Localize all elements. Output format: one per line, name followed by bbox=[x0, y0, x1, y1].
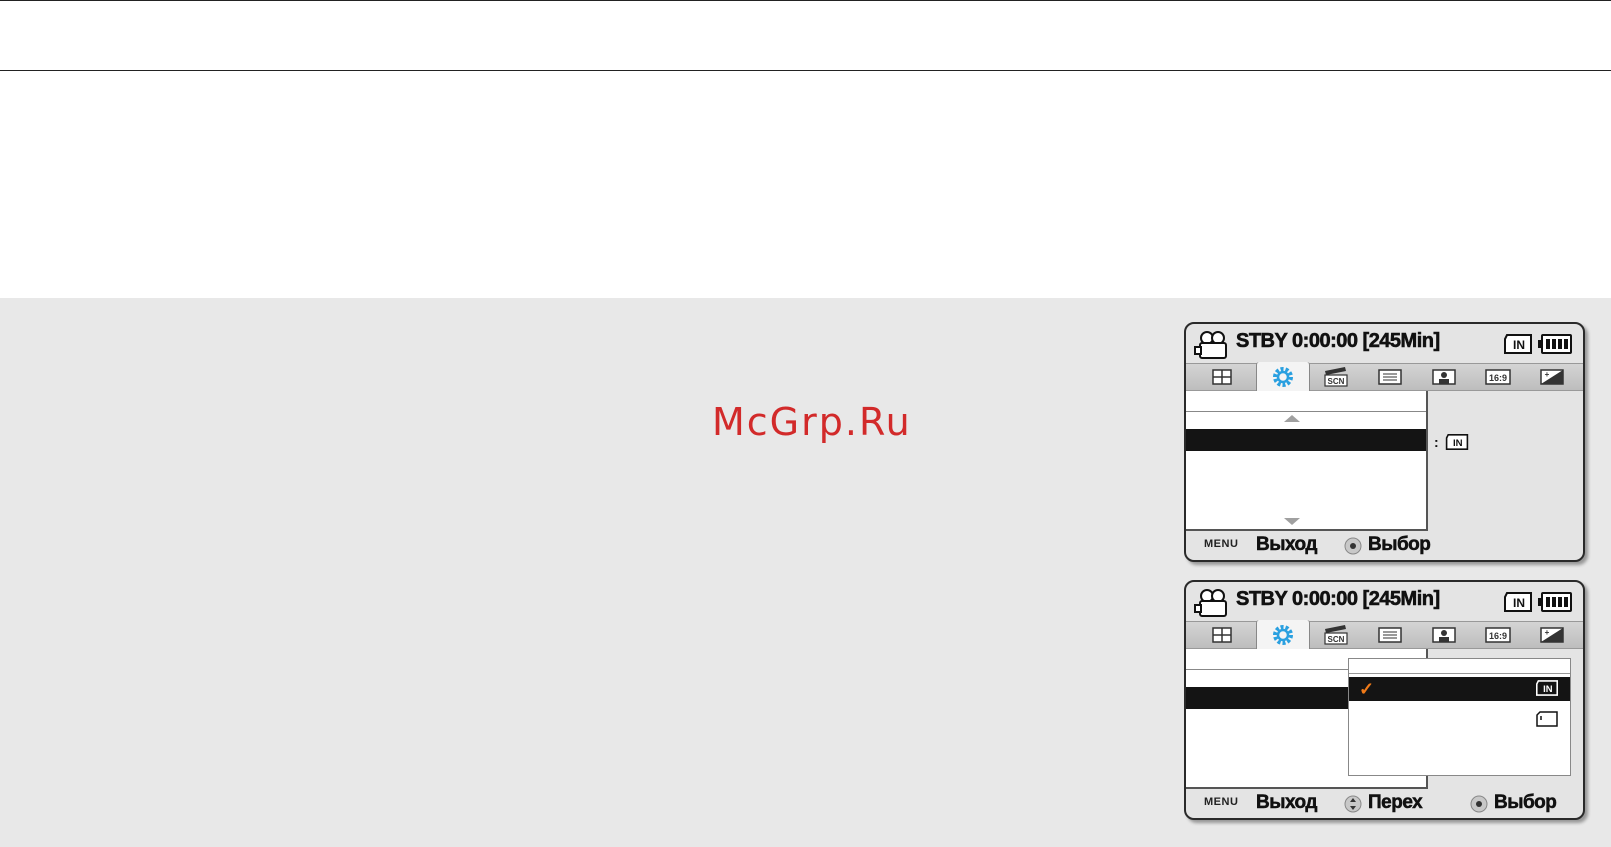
video-camera-icon bbox=[1194, 331, 1227, 359]
footer-bar: MENU Выход Выбор bbox=[1186, 532, 1583, 560]
aspect-icon: 16:9 bbox=[1485, 627, 1511, 643]
svg-text:IN: IN bbox=[1513, 596, 1525, 610]
tab-aspect[interactable]: 16:9 bbox=[1472, 622, 1524, 648]
status-bar: STBY 0:00:00 [245Min] IN bbox=[1186, 582, 1583, 622]
scene-icon: SCN bbox=[1324, 625, 1348, 645]
tab-exposure[interactable]: + bbox=[1526, 364, 1578, 390]
header-bottom-rule bbox=[0, 70, 1611, 71]
menu-item-selected[interactable] bbox=[1186, 429, 1426, 451]
camcorder-screen-submenu: STBY 0:00:00 [245Min] IN SCN 16:9 + ✓ IN… bbox=[1184, 580, 1585, 820]
internal-memory-icon: IN bbox=[1536, 680, 1558, 696]
tab-grid[interactable] bbox=[1196, 364, 1248, 390]
option-in-label: IN bbox=[1543, 683, 1553, 694]
option-internal-memory[interactable]: ✓ IN bbox=[1349, 677, 1570, 701]
svg-text:16:9: 16:9 bbox=[1489, 631, 1507, 641]
tab-portrait[interactable] bbox=[1418, 622, 1470, 648]
svg-text:IN: IN bbox=[1513, 338, 1525, 352]
tab-quality[interactable] bbox=[1364, 622, 1416, 648]
memory-card-icon[interactable] bbox=[1536, 711, 1558, 727]
portrait-icon bbox=[1432, 627, 1456, 643]
internal-memory-icon: IN bbox=[1504, 592, 1532, 612]
svg-text:SCN: SCN bbox=[1328, 377, 1345, 386]
tab-settings[interactable] bbox=[1256, 362, 1310, 392]
aspect-icon: 16:9 bbox=[1485, 369, 1511, 385]
value-colon: : bbox=[1434, 434, 1439, 450]
footer-bar: MENU Выход Перех Выбор bbox=[1186, 790, 1583, 818]
status-text: STBY 0:00:00 [245Min] bbox=[1236, 588, 1441, 611]
menu-key-label[interactable]: MENU bbox=[1204, 538, 1238, 550]
tab-grid[interactable] bbox=[1196, 622, 1248, 648]
storage-options-popup: ✓ IN bbox=[1348, 658, 1571, 776]
svg-text:16:9: 16:9 bbox=[1489, 373, 1507, 383]
ok-button-icon bbox=[1470, 795, 1488, 813]
storage-in-label: IN bbox=[1453, 438, 1463, 449]
tab-aspect[interactable]: 16:9 bbox=[1472, 364, 1524, 390]
tab-exposure[interactable]: + bbox=[1526, 622, 1578, 648]
exit-label[interactable]: Выход bbox=[1256, 792, 1318, 814]
svg-text:+: + bbox=[1545, 370, 1550, 379]
video-camera-icon bbox=[1194, 589, 1227, 617]
popup-divider bbox=[1349, 673, 1570, 674]
select-label[interactable]: Выбор bbox=[1494, 792, 1557, 814]
tab-portrait[interactable] bbox=[1418, 364, 1470, 390]
battery-icon bbox=[1538, 334, 1572, 354]
menu-tab-bar: SCN 16:9 + bbox=[1186, 362, 1583, 392]
status-bar: STBY 0:00:00 [245Min] IN bbox=[1186, 324, 1583, 364]
move-label[interactable]: Перех bbox=[1368, 792, 1423, 814]
status-text: STBY 0:00:00 [245Min] bbox=[1236, 330, 1441, 353]
gear-icon bbox=[1273, 367, 1293, 387]
grid-icon bbox=[1212, 627, 1232, 643]
watermark: McGrp.Ru bbox=[712, 400, 912, 444]
tab-scene[interactable]: SCN bbox=[1310, 622, 1362, 648]
quality-icon bbox=[1378, 627, 1402, 643]
grid-icon bbox=[1212, 369, 1232, 385]
exposure-icon: + bbox=[1540, 627, 1564, 643]
menu-tab-bar: SCN 16:9 + bbox=[1186, 620, 1583, 650]
internal-memory-icon: IN bbox=[1504, 334, 1532, 354]
exit-label[interactable]: Выход bbox=[1256, 534, 1318, 556]
menu-key-label[interactable]: MENU bbox=[1204, 796, 1238, 808]
internal-memory-icon: IN bbox=[1445, 434, 1468, 450]
current-setting-value: : IN bbox=[1434, 434, 1469, 450]
check-icon: ✓ bbox=[1359, 679, 1375, 699]
select-label[interactable]: Выбор bbox=[1368, 534, 1431, 556]
scene-icon: SCN bbox=[1324, 367, 1348, 387]
menu-list bbox=[1186, 391, 1428, 531]
quality-icon bbox=[1378, 369, 1402, 385]
svg-text:+: + bbox=[1545, 628, 1550, 637]
scroll-down-icon[interactable] bbox=[1284, 518, 1300, 525]
ok-button-icon bbox=[1344, 537, 1362, 555]
menu-divider bbox=[1186, 411, 1426, 412]
portrait-icon bbox=[1432, 369, 1456, 385]
svg-text:SCN: SCN bbox=[1328, 635, 1345, 644]
camcorder-screen-menu: STBY 0:00:00 [245Min] IN SCN 16:9 +: IN… bbox=[1184, 322, 1585, 562]
tab-quality[interactable] bbox=[1364, 364, 1416, 390]
tab-scene[interactable]: SCN bbox=[1310, 364, 1362, 390]
scroll-up-icon[interactable] bbox=[1284, 415, 1300, 422]
gear-icon bbox=[1273, 625, 1293, 645]
exposure-icon: + bbox=[1540, 369, 1564, 385]
battery-icon bbox=[1538, 592, 1572, 612]
header-top-rule bbox=[0, 0, 1611, 1]
navigate-icon bbox=[1344, 795, 1362, 813]
tab-settings[interactable] bbox=[1256, 620, 1310, 650]
